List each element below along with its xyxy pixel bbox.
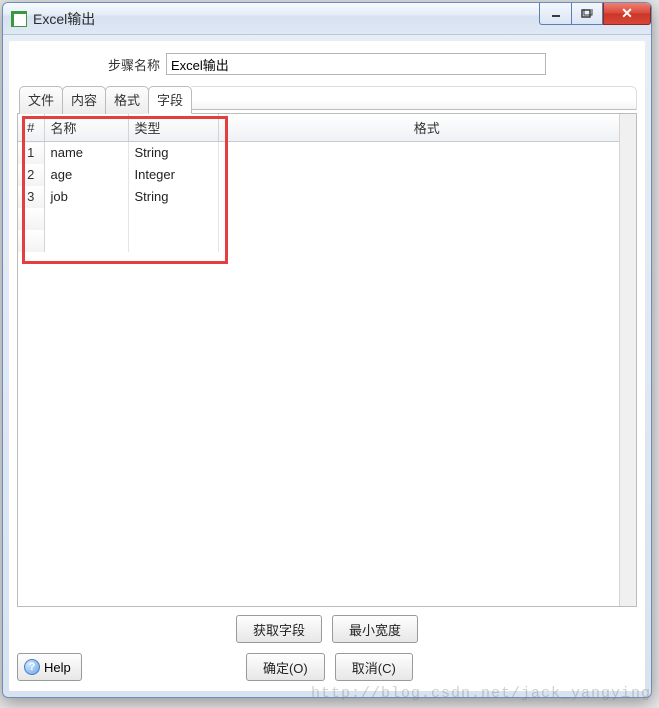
help-icon: ?	[24, 659, 40, 675]
client-area: 步骤名称 文件 内容 格式 字段 # 名称 类型 格式	[9, 41, 645, 691]
titlebar[interactable]: Excel输出 ✕	[3, 3, 651, 35]
excel-icon	[11, 11, 27, 27]
table-row[interactable]	[18, 208, 636, 230]
cell-num: 3	[18, 186, 44, 208]
help-label: Help	[44, 660, 71, 675]
cell-num: 1	[18, 142, 44, 164]
vertical-scrollbar[interactable]	[619, 114, 636, 606]
bottom-bar: ? Help 确定(O) 取消(C)	[17, 653, 637, 681]
col-header-num[interactable]: #	[18, 114, 44, 142]
fields-table: # 名称 类型 格式 1 name String 2 ag	[18, 114, 636, 252]
cell-type[interactable]: String	[128, 186, 218, 208]
minimize-button[interactable]	[539, 3, 571, 25]
close-icon: ✕	[621, 5, 633, 22]
maximize-icon	[581, 9, 593, 19]
cell-name[interactable]: age	[44, 164, 128, 186]
tab-fields[interactable]: 字段	[148, 86, 192, 114]
cell-format[interactable]	[218, 142, 636, 164]
table-row[interactable]: 1 name String	[18, 142, 636, 164]
cell-format[interactable]	[218, 186, 636, 208]
fields-table-container: # 名称 类型 格式 1 name String 2 ag	[17, 114, 637, 607]
tab-format[interactable]: 格式	[105, 86, 149, 114]
cell-name[interactable]: name	[44, 142, 128, 164]
col-header-name[interactable]: 名称	[44, 114, 128, 142]
window-buttons: ✕	[539, 3, 651, 25]
table-row[interactable]: 2 age Integer	[18, 164, 636, 186]
ok-button[interactable]: 确定(O)	[246, 653, 325, 681]
cell-type[interactable]: Integer	[128, 164, 218, 186]
cancel-button[interactable]: 取消(C)	[335, 653, 413, 681]
cell-format[interactable]	[218, 164, 636, 186]
help-button[interactable]: ? Help	[17, 653, 82, 681]
tab-file[interactable]: 文件	[19, 86, 63, 114]
tabstrip: 文件 内容 格式 字段	[17, 85, 637, 114]
cell-num: 2	[18, 164, 44, 186]
table-header-row: # 名称 类型 格式	[18, 114, 636, 142]
step-name-label: 步骤名称	[108, 55, 160, 74]
table-row[interactable]	[18, 230, 636, 252]
col-header-type[interactable]: 类型	[128, 114, 218, 142]
get-fields-button[interactable]: 获取字段	[236, 615, 322, 643]
table-action-buttons: 获取字段 最小宽度	[17, 615, 637, 643]
min-width-button[interactable]: 最小宽度	[332, 615, 418, 643]
tabstrip-fill	[191, 86, 637, 110]
table-row[interactable]: 3 job String	[18, 186, 636, 208]
step-name-input[interactable]	[166, 53, 546, 75]
tab-content[interactable]: 内容	[62, 86, 106, 114]
cell-type[interactable]: String	[128, 142, 218, 164]
step-name-row: 步骤名称	[17, 53, 637, 75]
cell-name[interactable]: job	[44, 186, 128, 208]
window-title: Excel输出	[33, 9, 95, 29]
maximize-button[interactable]	[571, 3, 603, 25]
minimize-icon	[551, 9, 561, 19]
close-button[interactable]: ✕	[603, 3, 651, 25]
col-header-format[interactable]: 格式	[218, 114, 636, 142]
dialog-window: Excel输出 ✕ 步骤名称 文件 内容 格式 字段	[2, 2, 652, 698]
